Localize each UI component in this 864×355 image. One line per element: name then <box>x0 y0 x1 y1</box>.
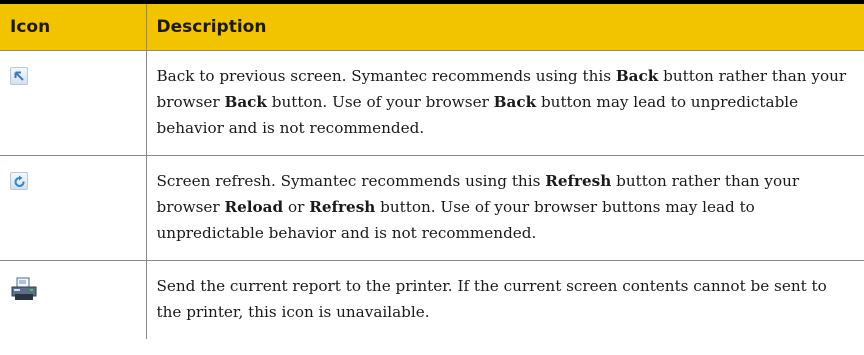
icon-cell <box>0 50 146 156</box>
column-header-icon: Icon <box>0 4 146 51</box>
column-header-description: Description <box>145 4 864 51</box>
refresh-icon <box>10 172 28 190</box>
description-cell: Screen refresh. Symantec recommends usin… <box>145 155 864 261</box>
icon-description-table: Icon Description Back to previous screen… <box>0 4 864 339</box>
description-text: button. Use of your browser <box>266 93 494 111</box>
description-text: or <box>283 198 310 216</box>
printer-icon <box>10 277 38 301</box>
back-arrow-icon <box>10 67 28 85</box>
icon-cell <box>0 261 146 340</box>
button-name-emphasis: Refresh <box>309 198 376 216</box>
description-cell: Back to previous screen. Symantec recomm… <box>145 50 864 156</box>
table-row: Screen refresh. Symantec recommends usin… <box>0 155 864 261</box>
table-header-row: Icon Description <box>0 4 864 51</box>
button-name-emphasis: Back <box>615 67 659 85</box>
description-cell: Send the current report to the printer. … <box>145 260 864 339</box>
description-text: Screen refresh. Symantec recommends usin… <box>156 172 546 190</box>
button-name-emphasis: Reload <box>224 198 284 216</box>
button-name-emphasis: Refresh <box>545 172 612 190</box>
button-name-emphasis: Back <box>493 93 537 111</box>
table-row: Send the current report to the printer. … <box>0 260 864 340</box>
icon-cell <box>0 155 146 261</box>
table-row: Back to previous screen. Symantec recomm… <box>0 50 864 156</box>
button-name-emphasis: Back <box>224 93 267 111</box>
description-text: Send the current report to the printer. … <box>156 277 827 321</box>
description-text: Back to previous screen. Symantec recomm… <box>156 67 616 85</box>
